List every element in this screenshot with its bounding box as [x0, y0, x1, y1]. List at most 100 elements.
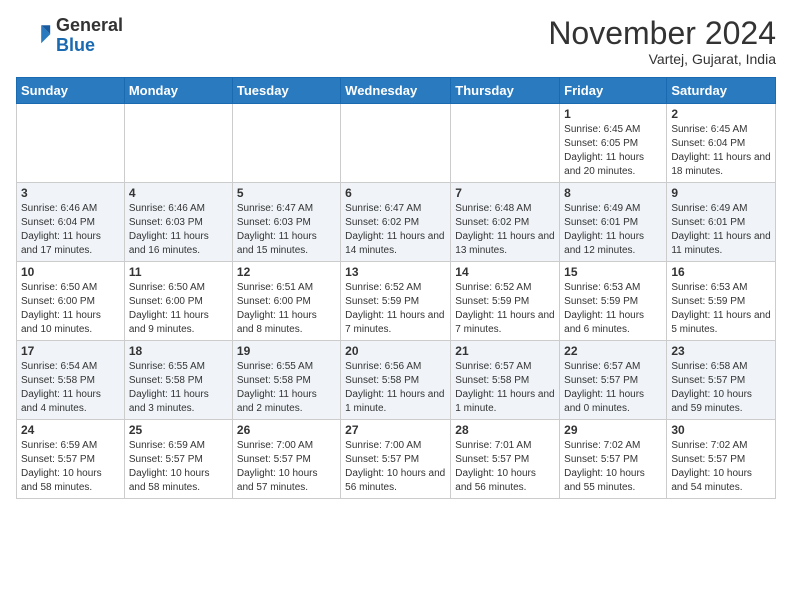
calendar-cell: 16 Sunrise: 6:53 AMSunset: 5:59 PMDayligh…	[667, 262, 776, 341]
calendar-cell: 25Sunrise: 6:59 AMSunset: 5:57 PMDayligh…	[124, 420, 232, 499]
calendar-cell: 9 Sunrise: 6:49 AMSunset: 6:01 PMDaylight…	[667, 183, 776, 262]
day-info: Sunrise: 6:46 AMSunset: 6:03 PMDaylight:…	[129, 202, 228, 258]
day-info: Sunrise: 6:56 AMSunset: 5:58 PMDaylight:…	[345, 360, 446, 416]
weekday-header: Saturday	[667, 78, 776, 104]
day-info: Sunrise: 6:57 AMSunset: 5:58 PMDaylight:…	[455, 360, 555, 416]
day-info: Sunrise: 7:02 AMSunset: 5:57 PMDaylight:…	[564, 439, 662, 495]
logo: General Blue	[16, 16, 123, 56]
day-info: Sunrise: 6:54 AMSunset: 5:58 PMDaylight:…	[21, 360, 120, 416]
day-number: 26	[237, 423, 336, 437]
day-number: 2	[671, 107, 771, 121]
day-number: 28	[455, 423, 555, 437]
calendar-cell: 22 Sunrise: 6:57 AMSunset: 5:57 PMDayligh…	[560, 341, 667, 420]
calendar-cell: 20 Sunrise: 6:56 AMSunset: 5:58 PMDayligh…	[341, 341, 451, 420]
day-number: 13	[345, 265, 446, 279]
day-info: Sunrise: 6:51 AMSunset: 6:00 PMDaylight:…	[237, 281, 336, 337]
weekday-header: Sunday	[17, 78, 125, 104]
day-number: 5	[237, 186, 336, 200]
weekday-header: Friday	[560, 78, 667, 104]
title-block: November 2024 Vartej, Gujarat, India	[548, 16, 776, 67]
weekday-header: Monday	[124, 78, 232, 104]
day-number: 20	[345, 344, 446, 358]
day-number: 12	[237, 265, 336, 279]
day-info: Sunrise: 6:45 AMSunset: 6:05 PMDaylight:…	[564, 123, 662, 179]
calendar-cell: 24Sunrise: 6:59 AMSunset: 5:57 PMDayligh…	[17, 420, 125, 499]
day-info: Sunrise: 6:50 AMSunset: 6:00 PMDaylight:…	[129, 281, 228, 337]
day-info: Sunrise: 7:01 AMSunset: 5:57 PMDaylight:…	[455, 439, 555, 495]
day-info: Sunrise: 6:45 AMSunset: 6:04 PMDaylight:…	[671, 123, 771, 179]
calendar-cell: 5 Sunrise: 6:47 AMSunset: 6:03 PMDaylight…	[232, 183, 340, 262]
day-number: 16	[671, 265, 771, 279]
calendar-week-row: 17 Sunrise: 6:54 AMSunset: 5:58 PMDayligh…	[17, 341, 776, 420]
logo-line2: Blue	[56, 36, 123, 56]
day-info: Sunrise: 6:50 AMSunset: 6:00 PMDaylight:…	[21, 281, 120, 337]
day-info: Sunrise: 6:49 AMSunset: 6:01 PMDaylight:…	[671, 202, 771, 258]
day-number: 24	[21, 423, 120, 437]
day-number: 4	[129, 186, 228, 200]
logo-icon	[16, 18, 52, 54]
calendar-cell: 8Sunrise: 6:49 AMSunset: 6:01 PMDaylight…	[560, 183, 667, 262]
day-number: 27	[345, 423, 446, 437]
day-number: 1	[564, 107, 662, 121]
day-info: Sunrise: 7:02 AMSunset: 5:57 PMDaylight:…	[671, 439, 771, 495]
calendar-cell: 29 Sunrise: 7:02 AMSunset: 5:57 PMDayligh…	[560, 420, 667, 499]
day-info: Sunrise: 6:52 AMSunset: 5:59 PMDaylight:…	[345, 281, 446, 337]
day-number: 11	[129, 265, 228, 279]
day-number: 21	[455, 344, 555, 358]
location: Vartej, Gujarat, India	[548, 51, 776, 67]
calendar-cell: 15 Sunrise: 6:53 AMSunset: 5:59 PMDayligh…	[560, 262, 667, 341]
calendar-cell: 7 Sunrise: 6:48 AMSunset: 6:02 PMDaylight…	[451, 183, 560, 262]
calendar-cell	[341, 104, 451, 183]
day-number: 19	[237, 344, 336, 358]
calendar-cell: 2 Sunrise: 6:45 AMSunset: 6:04 PMDaylight…	[667, 104, 776, 183]
calendar-cell: 30 Sunrise: 7:02 AMSunset: 5:57 PMDayligh…	[667, 420, 776, 499]
calendar-cell: 6Sunrise: 6:47 AMSunset: 6:02 PMDaylight…	[341, 183, 451, 262]
calendar-cell: 12 Sunrise: 6:51 AMSunset: 6:00 PMDayligh…	[232, 262, 340, 341]
day-info: Sunrise: 6:57 AMSunset: 5:57 PMDaylight:…	[564, 360, 662, 416]
calendar-cell	[124, 104, 232, 183]
calendar-cell: 27 Sunrise: 7:00 AMSunset: 5:57 PMDayligh…	[341, 420, 451, 499]
day-number: 9	[671, 186, 771, 200]
day-info: Sunrise: 6:47 AMSunset: 6:03 PMDaylight:…	[237, 202, 336, 258]
day-info: Sunrise: 7:00 AMSunset: 5:57 PMDaylight:…	[345, 439, 446, 495]
day-number: 30	[671, 423, 771, 437]
calendar-cell: 26 Sunrise: 7:00 AMSunset: 5:57 PMDayligh…	[232, 420, 340, 499]
day-number: 14	[455, 265, 555, 279]
day-info: Sunrise: 6:55 AMSunset: 5:58 PMDaylight:…	[237, 360, 336, 416]
header: General Blue November 2024 Vartej, Gujar…	[16, 16, 776, 67]
day-number: 15	[564, 265, 662, 279]
calendar-cell	[232, 104, 340, 183]
day-info: Sunrise: 6:59 AMSunset: 5:57 PMDaylight:…	[129, 439, 228, 495]
day-number: 22	[564, 344, 662, 358]
day-number: 6	[345, 186, 446, 200]
day-info: Sunrise: 7:00 AMSunset: 5:57 PMDaylight:…	[237, 439, 336, 495]
day-number: 29	[564, 423, 662, 437]
calendar-cell	[451, 104, 560, 183]
calendar-cell: 21 Sunrise: 6:57 AMSunset: 5:58 PMDayligh…	[451, 341, 560, 420]
logo-text: General Blue	[56, 16, 123, 56]
day-info: Sunrise: 6:53 AMSunset: 5:59 PMDaylight:…	[671, 281, 771, 337]
weekday-header: Wednesday	[341, 78, 451, 104]
calendar-cell: 28 Sunrise: 7:01 AMSunset: 5:57 PMDayligh…	[451, 420, 560, 499]
day-info: Sunrise: 6:53 AMSunset: 5:59 PMDaylight:…	[564, 281, 662, 337]
month-title: November 2024	[548, 16, 776, 51]
logo-line1: General	[56, 16, 123, 36]
calendar-cell: 18Sunrise: 6:55 AMSunset: 5:58 PMDayligh…	[124, 341, 232, 420]
day-info: Sunrise: 6:48 AMSunset: 6:02 PMDaylight:…	[455, 202, 555, 258]
calendar-week-row: 10 Sunrise: 6:50 AMSunset: 6:00 PMDayligh…	[17, 262, 776, 341]
calendar-cell: 1 Sunrise: 6:45 AMSunset: 6:05 PMDaylight…	[560, 104, 667, 183]
calendar-cell: 10 Sunrise: 6:50 AMSunset: 6:00 PMDayligh…	[17, 262, 125, 341]
day-info: Sunrise: 6:46 AMSunset: 6:04 PMDaylight:…	[21, 202, 120, 258]
calendar-week-row: 24 Sunrise: 6:59 AMSunset: 5:57 PMDayligh…	[17, 420, 776, 499]
day-number: 17	[21, 344, 120, 358]
day-number: 7	[455, 186, 555, 200]
day-number: 8	[564, 186, 662, 200]
calendar-cell: 11 Sunrise: 6:50 AMSunset: 6:00 PMDayligh…	[124, 262, 232, 341]
calendar-week-row: 3 Sunrise: 6:46 AMSunset: 6:04 PMDaylight…	[17, 183, 776, 262]
day-number: 10	[21, 265, 120, 279]
calendar-header-row: SundayMondayTuesdayWednesdayThursdayFrid…	[17, 78, 776, 104]
day-info: Sunrise: 6:52 AMSunset: 5:59 PMDaylight:…	[455, 281, 555, 337]
day-number: 3	[21, 186, 120, 200]
calendar-cell: 13 Sunrise: 6:52 AMSunset: 5:59 PMDayligh…	[341, 262, 451, 341]
calendar-cell: 4 Sunrise: 6:46 AMSunset: 6:03 PMDaylight…	[124, 183, 232, 262]
